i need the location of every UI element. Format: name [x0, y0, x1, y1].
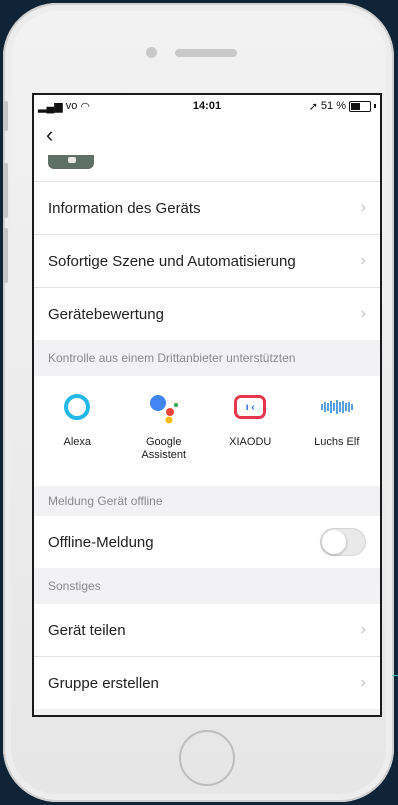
- offline-notification-toggle[interactable]: [320, 528, 366, 556]
- app-screen: ▂▄▆ vo ◠ 14:01 ➚ 51 % ‹ Information des …: [32, 93, 382, 717]
- mute-switch: [3, 101, 8, 131]
- nav-bar: ‹: [34, 117, 380, 153]
- menu-item-label: Sofortige Szene und Automatisierung: [48, 252, 296, 270]
- menu-item-label: Information des Geräts: [48, 199, 201, 217]
- assistant-label: Luchs Elf: [314, 436, 360, 448]
- chevron-right-icon: ›: [360, 252, 366, 269]
- chevron-right-icon: ›: [360, 621, 366, 638]
- xiaodu-icon: ı ‹: [230, 390, 270, 424]
- assistant-label: Alexa: [63, 436, 92, 448]
- menu-item-scene-automation[interactable]: Sofortige Szene und Automatisierung ›: [34, 234, 380, 287]
- assistant-alexa[interactable]: Alexa: [37, 390, 117, 486]
- menu-item-device-rating[interactable]: Gerätebewertung ›: [34, 287, 380, 340]
- status-time: 14:01: [192, 100, 222, 112]
- battery-icon: [349, 100, 371, 112]
- menu-item-label: Gerät teilen: [48, 621, 126, 639]
- luchs-elf-icon: [317, 390, 357, 424]
- google-assistant-icon: [144, 390, 184, 424]
- section-header-third-party: Kontrolle aus einem Drittanbieter unters…: [34, 340, 380, 376]
- offline-notification-row: Offline-Meldung: [34, 516, 380, 568]
- menu-item-share-device[interactable]: Gerät teilen ›: [34, 604, 380, 656]
- chevron-right-icon: ›: [360, 199, 366, 216]
- status-bar: ▂▄▆ vo ◠ 14:01 ➚ 51 %: [34, 95, 380, 117]
- toggle-knob: [322, 530, 346, 554]
- chevron-right-icon: ›: [360, 305, 366, 322]
- menu-item-create-group[interactable]: Gruppe erstellen ›: [34, 656, 380, 709]
- section-header-offline: Meldung Gerät offline: [34, 486, 380, 516]
- phone-frame: ▂▄▆ vo ◠ 14:01 ➚ 51 % ‹ Information des …: [3, 3, 394, 802]
- offline-notification-label: Offline-Meldung: [48, 533, 154, 551]
- front-camera: [146, 47, 157, 58]
- decorative-line: [392, 675, 398, 676]
- assistant-xiaodu[interactable]: ı ‹ XIAODU: [210, 390, 290, 486]
- assistant-label: Google Assistent: [141, 436, 187, 461]
- chevron-right-icon: ›: [360, 674, 366, 691]
- menu-item-label: Gerätebewertung: [48, 305, 164, 323]
- assistant-google[interactable]: Google Assistent: [124, 390, 204, 486]
- menu-item-device-info[interactable]: Information des Geräts ›: [34, 181, 380, 234]
- earpiece-speaker: [175, 49, 237, 57]
- device-image: [48, 155, 94, 169]
- menu-item-label: Gruppe erstellen: [48, 674, 159, 692]
- device-image-area: [34, 153, 380, 181]
- section-header-misc: Sonstiges: [34, 568, 380, 604]
- assistant-luchs-elf[interactable]: Luchs Elf: [297, 390, 377, 486]
- alexa-icon: [57, 390, 97, 424]
- home-button[interactable]: [179, 730, 235, 786]
- volume-down-button: [3, 228, 8, 283]
- volume-up-button: [3, 163, 8, 218]
- assistant-label: XIAODU: [229, 436, 272, 448]
- assistant-list: Alexa Google Assistent ı ‹ XIAODU Luchs …: [34, 376, 380, 486]
- chevron-left-icon[interactable]: ‹: [46, 124, 53, 146]
